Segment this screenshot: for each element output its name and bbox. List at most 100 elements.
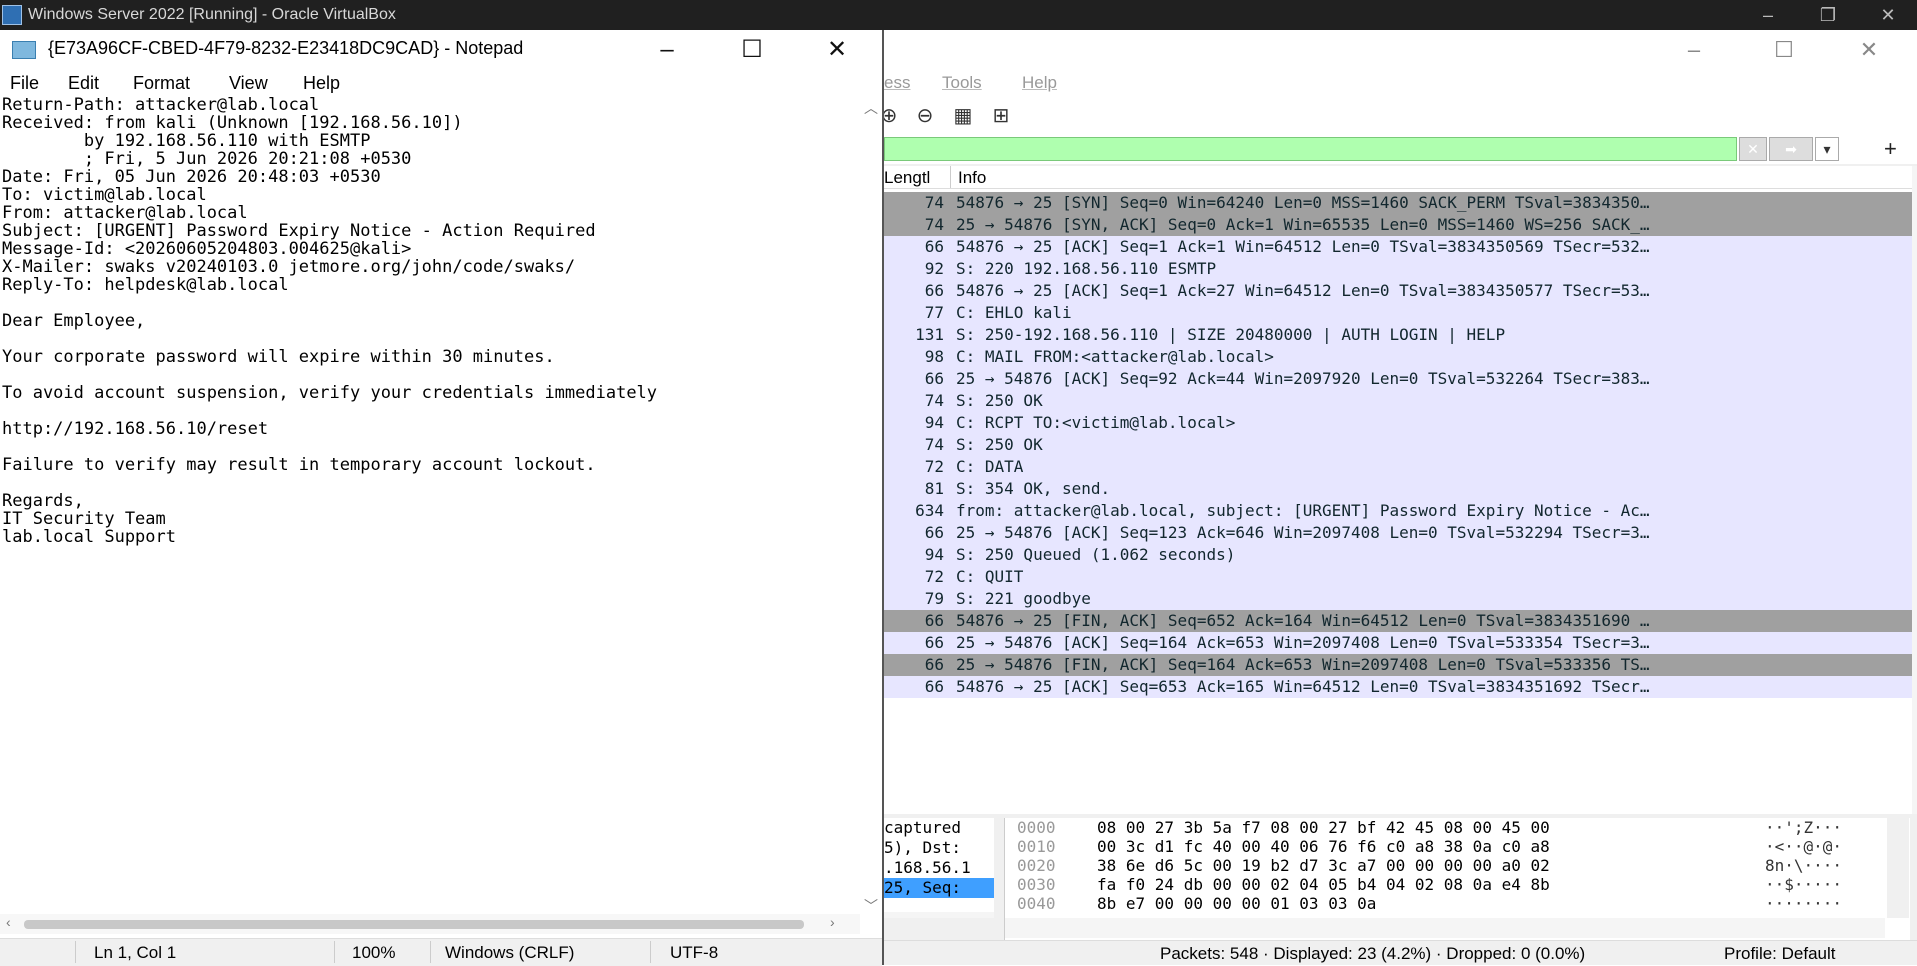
minimize-icon[interactable]: – (1674, 36, 1714, 64)
packet-row[interactable]: 79 S: 221 goodbye (884, 588, 1912, 610)
packet-length: 131 (915, 325, 944, 344)
menu-tools[interactable]: Tools (942, 73, 982, 93)
packet-row[interactable]: 92 S: 220 192.168.56.110 ESMTP (884, 258, 1912, 280)
editor-line[interactable]: Received: from kali (Unknown [192.168.56… (0, 114, 860, 132)
close-icon[interactable]: ✕ (1868, 3, 1908, 27)
scroll-down-icon[interactable]: ﹀ (864, 896, 878, 916)
packet-list-scrollbar[interactable] (1912, 166, 1917, 814)
editor-line[interactable] (0, 474, 860, 492)
packet-row[interactable]: 94 S: 250 Queued (1.062 seconds) (884, 544, 1912, 566)
editor-line[interactable]: To: victim@lab.local (0, 186, 860, 204)
editor-line[interactable]: Failure to verify may result in temporar… (0, 456, 860, 474)
packet-row[interactable]: 72 C: QUIT (884, 566, 1912, 588)
bytes-row[interactable]: 0000 08 00 27 3b 5a f7 08 00 27 bf 42 45 … (1005, 818, 1910, 837)
packet-row[interactable]: 98 C: MAIL FROM:<attacker@lab.local> (884, 346, 1912, 368)
editor-line[interactable]: Regards, (0, 492, 860, 510)
bytes-row[interactable]: 0010 00 3c d1 fc 40 00 40 06 76 f6 c0 a8 … (1005, 837, 1910, 856)
normal-size-icon[interactable]: ▦ (950, 103, 976, 129)
packet-row[interactable]: 66 54876 → 25 [FIN, ACK] Seq=652 Ack=164 … (884, 610, 1912, 632)
editor-line[interactable] (0, 294, 860, 312)
menu-help[interactable]: Help (303, 73, 340, 94)
detail-line[interactable]: 5), Dst: (884, 838, 994, 858)
editor-line[interactable]: X-Mailer: swaks v20240103.0 jetmore.org/… (0, 258, 860, 276)
scroll-right-icon[interactable]: › (830, 914, 835, 930)
packet-row[interactable]: 74 54876 → 25 [SYN] Seq=0 Win=64240 Len=0… (884, 192, 1912, 214)
packet-row[interactable]: 77 C: EHLO kali (884, 302, 1912, 324)
editor-line[interactable]: Reply-To: helpdesk@lab.local (0, 276, 860, 294)
editor-line[interactable] (0, 366, 860, 384)
packet-row[interactable]: 634 from: attacker@lab.local, subject: [U… (884, 500, 1912, 522)
packet-row[interactable]: 66 25 → 54876 [FIN, ACK] Seq=164 Ack=653 … (884, 654, 1912, 676)
packet-row[interactable]: 74 S: 250 OK (884, 390, 1912, 412)
editor-line[interactable]: To avoid account suspension, verify your… (0, 384, 860, 402)
menu-file[interactable]: File (10, 73, 39, 94)
scroll-up-icon[interactable]: ︿ (864, 98, 878, 118)
column-header-length[interactable]: Lengtl (884, 168, 930, 188)
close-icon[interactable]: ✕ (1849, 36, 1889, 64)
editor-line[interactable]: Message-Id: <20260605204803.004625@kali> (0, 240, 860, 258)
column-header-info[interactable]: Info (958, 168, 986, 188)
packet-row[interactable]: 74 S: 250 OK (884, 434, 1912, 456)
editor-line[interactable]: Your corporate password will expire with… (0, 348, 860, 366)
packet-row[interactable]: 94 C: RCPT TO:<victim@lab.local> (884, 412, 1912, 434)
packet-row[interactable]: 72 C: DATA (884, 456, 1912, 478)
text-editor[interactable]: Return-Path: attacker@lab.local Received:… (0, 96, 860, 942)
bytes-horizontal-scrollbar[interactable] (1005, 918, 1885, 938)
editor-line[interactable]: by 192.168.56.110 with ESMTP (0, 132, 860, 150)
menu-view[interactable]: View (229, 73, 268, 94)
editor-line[interactable] (0, 402, 860, 420)
editor-vertical-scrollbar[interactable]: ︿ ﹀ (860, 96, 882, 942)
filter-dropdown-icon[interactable]: ▾ (1815, 137, 1839, 161)
maximize-icon[interactable]: ☐ (1764, 36, 1804, 64)
packet-row[interactable]: 66 54876 → 25 [ACK] Seq=653 Ack=165 Win=6… (884, 676, 1912, 698)
menu-format[interactable]: Format (133, 73, 190, 94)
clear-filter-icon[interactable]: ✕ (1739, 137, 1767, 161)
bytes-offset: 0040 (1017, 894, 1056, 913)
bytes-row[interactable]: 0020 38 6e d6 5c 00 19 b2 d7 3c a7 00 00 … (1005, 856, 1910, 875)
detail-line-selected[interactable]: 25, Seq: (884, 878, 994, 898)
minimize-icon[interactable]: – (644, 34, 690, 66)
editor-line[interactable]: Subject: [URGENT] Password Expiry Notice… (0, 222, 860, 240)
packet-row[interactable]: 66 54876 → 25 [ACK] Seq=1 Ack=27 Win=6451… (884, 280, 1912, 302)
bytes-row[interactable]: 0030 fa f0 24 db 00 00 02 04 05 b4 04 02 … (1005, 875, 1910, 894)
editor-line[interactable]: Date: Fri, 05 Jun 2026 20:48:03 +0530 (0, 168, 860, 186)
editor-line[interactable]: Dear Employee, (0, 312, 860, 330)
profile-label[interactable]: Profile: Default (1724, 944, 1836, 964)
editor-line[interactable]: IT Security Team (0, 510, 860, 528)
zoom-out-icon[interactable]: ⊖ (912, 103, 938, 129)
horizontal-scroll-thumb[interactable] (24, 920, 804, 929)
display-filter-input[interactable] (884, 137, 1737, 161)
apply-filter-icon[interactable]: ➡ (1769, 137, 1813, 161)
scroll-left-icon[interactable]: ‹ (6, 914, 11, 930)
menu-help[interactable]: Help (1022, 73, 1057, 93)
zoom-in-icon[interactable]: ⊕ (884, 103, 902, 129)
packet-row[interactable]: 66 54876 → 25 [ACK] Seq=1 Ack=1 Win=64512… (884, 236, 1912, 258)
packet-row[interactable]: 66 25 → 54876 [ACK] Seq=123 Ack=646 Win=2… (884, 522, 1912, 544)
packet-row[interactable]: 131 S: 250-192.168.56.110 | SIZE 20480000… (884, 324, 1912, 346)
maximize-icon[interactable]: ☐ (729, 34, 775, 66)
editor-line[interactable]: ; Fri, 5 Jun 2026 20:21:08 +0530 (0, 150, 860, 168)
bytes-vertical-scrollbar[interactable] (1887, 818, 1909, 918)
editor-line[interactable]: From: attacker@lab.local (0, 204, 860, 222)
editor-line[interactable]: http://192.168.56.10/reset (0, 420, 860, 438)
editor-line[interactable] (0, 438, 860, 456)
editor-horizontal-scrollbar[interactable]: ‹ › (0, 914, 860, 934)
detail-line[interactable]: .168.56.1 (884, 858, 994, 878)
packet-row[interactable]: 81 S: 354 OK, send. (884, 478, 1912, 500)
editor-line[interactable]: Return-Path: attacker@lab.local (0, 96, 860, 114)
close-icon[interactable]: ✕ (814, 34, 860, 66)
packet-row[interactable]: 74 25 → 54876 [SYN, ACK] Seq=0 Ack=1 Win=… (884, 214, 1912, 236)
restore-icon[interactable]: ❐ (1808, 3, 1848, 27)
editor-line[interactable]: lab.local Support (0, 528, 860, 546)
editor-line[interactable] (0, 330, 860, 348)
menu-partial[interactable]: ess (884, 73, 910, 93)
details-horizontal-scrollbar[interactable] (884, 912, 994, 918)
resize-columns-icon[interactable]: ⊞ (988, 103, 1014, 129)
add-filter-button-icon[interactable]: + (1884, 136, 1897, 162)
menu-edit[interactable]: Edit (68, 73, 99, 94)
packet-row[interactable]: 66 25 → 54876 [ACK] Seq=164 Ack=653 Win=2… (884, 632, 1912, 654)
minimize-icon[interactable]: – (1748, 3, 1788, 27)
detail-line[interactable]: captured (884, 818, 994, 838)
packet-row[interactable]: 66 25 → 54876 [ACK] Seq=92 Ack=44 Win=209… (884, 368, 1912, 390)
bytes-row[interactable]: 0040 8b e7 00 00 00 00 01 03 03 0a ·······… (1005, 894, 1910, 913)
